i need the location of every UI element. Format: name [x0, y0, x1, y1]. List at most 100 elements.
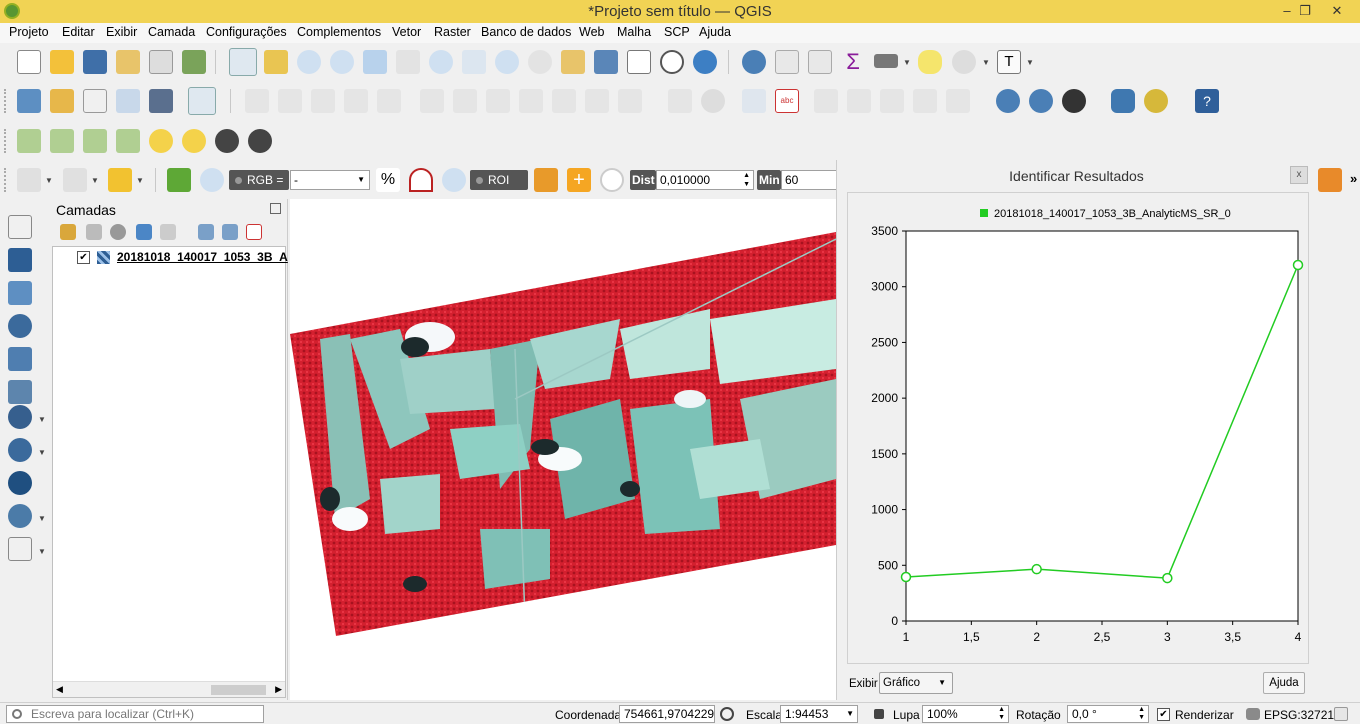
add-geopackage-icon[interactable] — [8, 347, 32, 371]
layer-visibility-checkbox[interactable]: ✔ — [77, 251, 90, 264]
new-spatialite-layer-icon[interactable] — [116, 89, 140, 113]
new-geopackage-layer-icon[interactable] — [50, 89, 74, 113]
layout-manager-icon[interactable] — [149, 50, 173, 74]
view-mode-select[interactable]: Gráfico ▼ — [879, 672, 953, 694]
delete-selected-icon[interactable] — [453, 89, 477, 113]
close-button[interactable]: ✕ — [1320, 0, 1354, 22]
copy-features-icon[interactable] — [519, 89, 543, 113]
abc-label-icon[interactable]: abc — [775, 89, 799, 113]
text-annotation-icon[interactable]: T — [997, 50, 1021, 74]
new-temporary-layer-icon[interactable] — [8, 537, 32, 561]
style-manager-icon[interactable] — [182, 50, 206, 74]
zoom-full-icon[interactable] — [363, 50, 387, 74]
dropdown-arrow-icon[interactable]: ▼ — [38, 448, 46, 457]
new-map-view-icon[interactable] — [627, 50, 651, 74]
rotation-field[interactable]: 0,0 ° ▲ ▼ — [1067, 705, 1149, 723]
vertex-tool-icon[interactable] — [377, 89, 401, 113]
processing-toolbox-icon[interactable] — [1144, 89, 1168, 113]
new-shapefile-layer-icon[interactable] — [83, 89, 107, 113]
expand-all-icon[interactable] — [198, 224, 214, 240]
increase-contrast-icon[interactable] — [215, 129, 239, 153]
scp-dock-icon[interactable] — [167, 168, 191, 192]
horizontal-scrollbar[interactable]: ◀ ▶ — [53, 681, 285, 697]
rgb-combo[interactable]: - ▼ — [290, 170, 370, 190]
save-project-icon[interactable] — [83, 50, 107, 74]
stddev-stretch-icon[interactable] — [83, 129, 107, 153]
add-wcs-icon[interactable] — [8, 471, 32, 495]
add-roi-icon[interactable]: + — [567, 168, 591, 192]
redo-icon[interactable] — [618, 89, 642, 113]
dropdown-arrow-icon[interactable]: ▼ — [982, 58, 990, 67]
wfs-layer-icon[interactable] — [1029, 89, 1053, 113]
wms-layer-icon[interactable] — [996, 89, 1020, 113]
menu-camada[interactable]: Camada — [148, 25, 195, 39]
close-panel-icon[interactable]: x — [1290, 166, 1308, 184]
magnifier-field[interactable]: 100% ▲ ▼ — [922, 705, 1009, 723]
help-button[interactable]: Ajuda — [1263, 672, 1305, 694]
zoom-next-icon[interactable] — [528, 50, 552, 74]
redo-roi-icon[interactable] — [600, 168, 624, 192]
menu-raster[interactable]: Raster — [434, 25, 471, 39]
move-label-icon[interactable] — [880, 89, 904, 113]
undo-icon[interactable] — [585, 89, 609, 113]
manage-visibility-icon[interactable] — [110, 224, 126, 240]
zoom-to-input-image-icon[interactable] — [200, 168, 224, 192]
add-feature-icon[interactable] — [344, 89, 368, 113]
zoom-to-selection-icon[interactable] — [396, 50, 420, 74]
select-features-icon[interactable] — [17, 168, 41, 192]
restore-button[interactable]: ❐ — [1288, 0, 1322, 22]
filter-legend-icon[interactable] — [136, 224, 152, 240]
dropdown-arrow-icon[interactable]: ▼ — [45, 176, 53, 185]
layer-labeling-icon[interactable] — [742, 89, 766, 113]
show-hide-labels-icon[interactable] — [847, 89, 871, 113]
dropdown-arrow-icon[interactable]: ▼ — [903, 58, 911, 67]
new-virtual-layer-icon[interactable] — [149, 89, 173, 113]
crs-label[interactable]: EPSG:32721 — [1264, 708, 1334, 722]
style-panel-icon[interactable] — [60, 224, 76, 240]
dropdown-arrow-icon[interactable]: ▼ — [91, 176, 99, 185]
attribute-table-icon[interactable] — [775, 50, 799, 74]
add-wms-icon[interactable] — [8, 438, 32, 462]
menu-web[interactable]: Web — [579, 25, 604, 39]
lock-icon[interactable] — [874, 709, 884, 719]
coordinate-field[interactable]: 754661,9704229 — [619, 705, 715, 723]
menu-vetor[interactable]: Vetor — [392, 25, 421, 39]
local-stddev-stretch-icon[interactable] — [409, 168, 433, 192]
measure-icon[interactable] — [874, 54, 898, 68]
histogram-local-icon[interactable] — [50, 129, 74, 153]
change-label-icon[interactable] — [946, 89, 970, 113]
pan-hand-icon[interactable] — [229, 48, 257, 76]
paste-features-icon[interactable] — [552, 89, 576, 113]
decrease-contrast-icon[interactable] — [248, 129, 272, 153]
scale-field[interactable]: 1:94453 ▼ — [780, 705, 858, 723]
cut-features-icon[interactable] — [486, 89, 510, 113]
open-project-icon[interactable] — [50, 50, 74, 74]
refresh-icon[interactable] — [693, 50, 717, 74]
new-print-layout-icon[interactable] — [116, 50, 140, 74]
add-vector-layer-icon[interactable] — [188, 87, 216, 115]
save-edits-icon[interactable] — [311, 89, 335, 113]
metasearch-icon[interactable] — [1062, 89, 1086, 113]
stddev-local-icon[interactable] — [116, 129, 140, 153]
messages-icon[interactable] — [1334, 707, 1348, 721]
remove-layer-icon[interactable] — [246, 224, 262, 240]
menu-banco-de-dados[interactable]: Banco de dados — [481, 25, 571, 39]
modify-attributes-icon[interactable] — [420, 89, 444, 113]
dropdown-arrow-icon[interactable]: ▼ — [38, 415, 46, 424]
min-spinbox[interactable]: 60 — [781, 170, 837, 190]
zoom-to-layer-icon[interactable] — [429, 50, 453, 74]
locator-search-input[interactable]: Escreva para localizar (Ctrl+K) — [6, 705, 264, 723]
scp-raster-calc-icon[interactable] — [1318, 168, 1342, 192]
select-by-value-icon[interactable] — [63, 168, 87, 192]
add-postgis-icon[interactable] — [8, 405, 32, 429]
menu-complementos[interactable]: Complementos — [297, 25, 381, 39]
add-vector-icon[interactable] — [8, 215, 32, 239]
dropdown-arrow-icon[interactable]: ▼ — [1026, 58, 1034, 67]
zoom-last-icon[interactable] — [495, 50, 519, 74]
menu-malha[interactable]: Malha — [617, 25, 651, 39]
help-icon[interactable]: ? — [1195, 89, 1219, 113]
histogram-stretch-icon[interactable] — [17, 129, 41, 153]
scroll-left-icon[interactable]: ◀ — [56, 684, 63, 695]
statistics-sigma-icon[interactable]: Σ — [841, 50, 865, 74]
menu-editar[interactable]: Editar — [62, 25, 95, 39]
